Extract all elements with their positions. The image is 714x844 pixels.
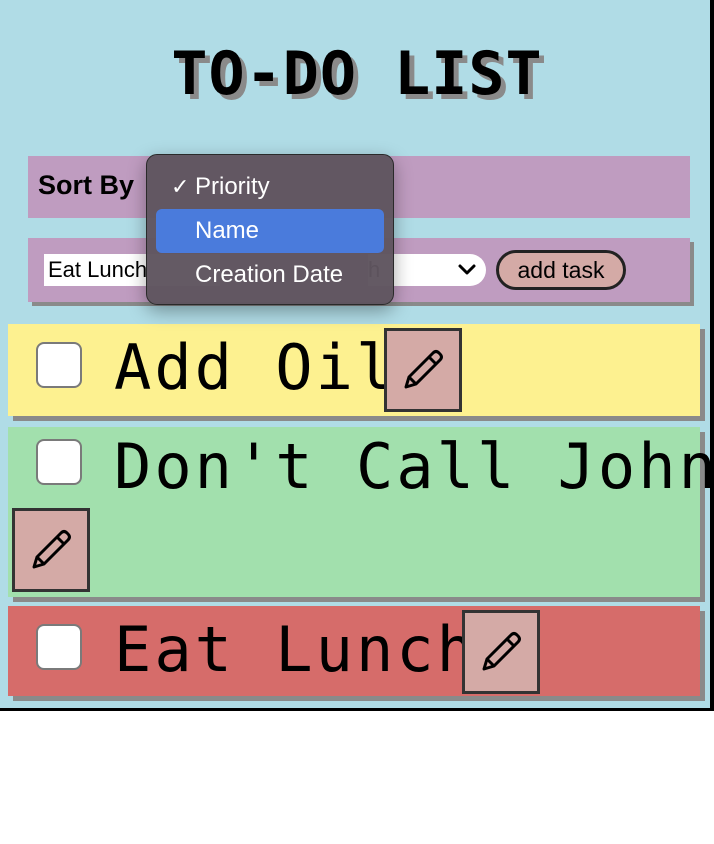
edit-button[interactable] [384,328,462,412]
task-checkbox[interactable] [36,624,82,670]
task-checkbox[interactable] [36,342,82,388]
task-name: Don't Call John [114,430,714,503]
sort-option-priority[interactable]: ✓ Priority [156,165,384,209]
task-item: Eat Lunch [8,606,700,696]
task-name: Add Oil [114,331,397,404]
sort-dropdown-menu: ✓ Priority Name Creation Date [146,154,394,305]
task-checkbox[interactable] [36,439,82,485]
sort-option-name[interactable]: Name [156,209,384,253]
edit-button[interactable] [462,610,540,694]
checkmark-icon: ✓ [171,174,190,199]
edit-button[interactable] [12,508,90,592]
sort-option-creation-date[interactable]: Creation Date [156,253,384,297]
pencil-icon [482,632,521,671]
task-item: Add Oil [8,324,700,416]
task-item: Don't Call John [8,427,714,597]
task-name: Eat Lunch [114,613,477,686]
todo-app: TO-DO LIST Sort By h add task Add Oil Do… [0,0,714,711]
pencil-icon [404,350,443,389]
pencil-icon [32,530,71,569]
add-task-button[interactable]: add task [496,250,626,290]
chevron-down-icon [458,264,476,275]
page-title: TO-DO LIST [171,39,543,109]
sort-label: Sort By [38,170,135,200]
